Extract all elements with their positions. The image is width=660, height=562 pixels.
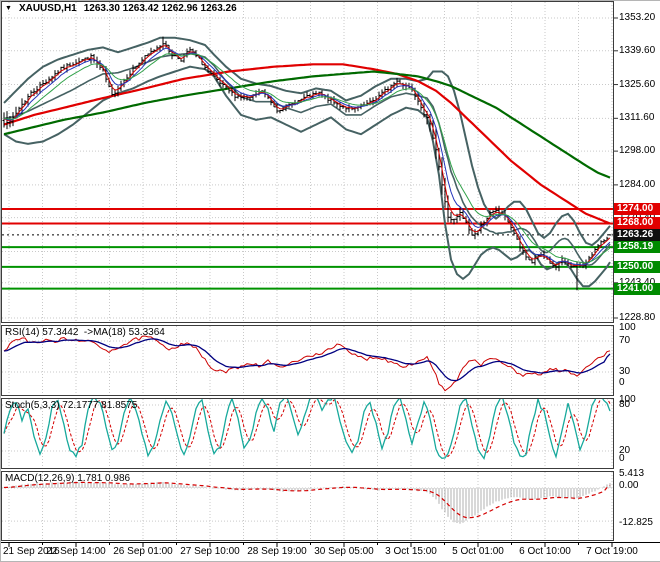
x-axis-label: 6 Oct 10:00: [519, 546, 571, 557]
macd-indicator-label: MACD(12,26,9) 1.781 0.986: [5, 473, 131, 484]
symbol-dropdown-icon[interactable]: ▼: [5, 4, 12, 14]
x-axis-label: 26 Sep 01:00: [113, 546, 173, 557]
stochastic-indicator-label: Stoch(5,3,3) 72.1777 81.8575: [5, 400, 138, 411]
rsi-indicator-label: RSI(14) 57.3442 ->MA(18) 53.3364: [5, 327, 165, 338]
ohlc-values: 1263.30 1263.42 1262.96 1263.26: [83, 3, 237, 14]
stoch-axis-label: 0: [619, 453, 625, 464]
macd-axis-label: -12.825: [619, 517, 653, 528]
rsi-axis-label: 100: [619, 322, 636, 333]
x-axis-label: 28 Sep 19:00: [247, 546, 307, 557]
x-axis-label: 27 Sep 10:00: [180, 546, 240, 557]
y-axis-label: 1298.00: [619, 145, 656, 156]
price-badge: 1250.00: [614, 261, 660, 273]
rsi-axis-label: 70: [619, 335, 631, 346]
price-badge: 1263.26: [614, 229, 660, 241]
chart-window: ▼ XAUUSD,H1 1263.30 1263.42 1262.96 1263…: [0, 0, 660, 562]
price-badge: 1268.00: [614, 217, 660, 229]
price-badge: 1258.19: [614, 241, 660, 253]
chart-title: ▼ XAUUSD,H1 1263.30 1263.42 1262.96 1263…: [5, 3, 237, 14]
price-badge: 1241.00: [614, 283, 660, 295]
x-axis-label: 30 Sep 05:00: [314, 546, 374, 557]
y-axis-label: 1353.20: [619, 12, 656, 23]
y-axis-label: 1311.60: [619, 112, 655, 123]
x-axis-label: 7 Oct 19:00: [586, 546, 638, 557]
macd-axis-label: 5.413: [619, 468, 645, 479]
rsi-axis-label: 0: [619, 377, 625, 388]
stoch-axis-label: 80: [619, 399, 631, 410]
price-badge: 1274.00: [614, 203, 660, 215]
x-axis-label: 5 Oct 01:00: [452, 546, 504, 557]
x-axis-label: 3 Oct 15:00: [385, 546, 437, 557]
macd-axis-label: 0.00: [619, 480, 639, 491]
y-axis-label: 1284.00: [619, 179, 656, 190]
symbol-label: XAUUSD,H1: [18, 3, 77, 14]
rsi-axis-label: 30: [619, 366, 631, 377]
y-axis-label: 1339.60: [619, 45, 656, 56]
x-axis-label: 22 Sep 14:00: [46, 546, 106, 557]
y-axis-label: 1325.60: [619, 79, 656, 90]
price-panel[interactable]: [1, 1, 614, 323]
